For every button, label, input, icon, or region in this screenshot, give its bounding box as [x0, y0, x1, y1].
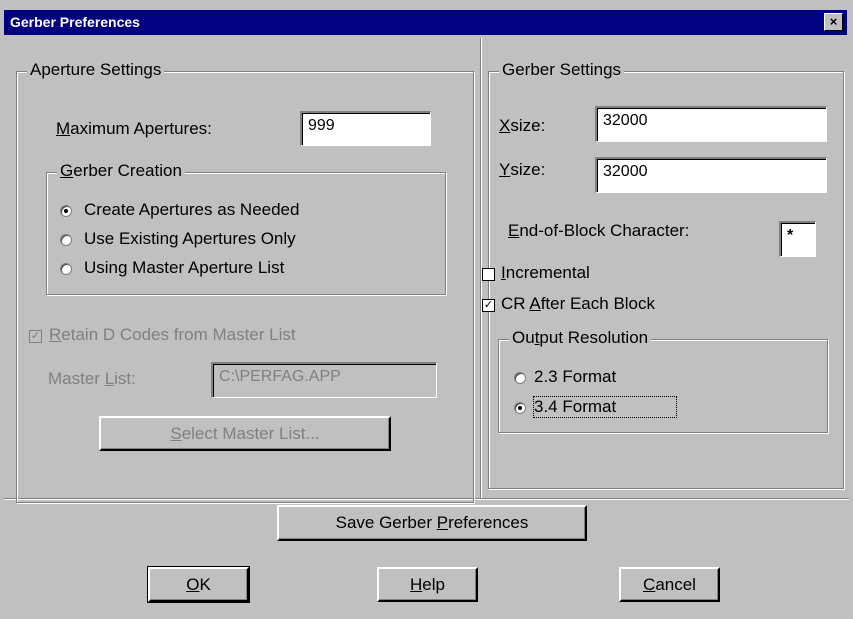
gerber-preferences-dialog: Gerber Preferences × Aperture Settings M… [0, 0, 853, 619]
retain-d-codes-label: Retain D Codes from Master List [49, 325, 296, 344]
aperture-settings-legend: Aperture Settings [27, 60, 165, 80]
cr-after-block-checkbox[interactable]: ✓ [482, 299, 495, 312]
max-apertures-label: Maximum Apertures: [56, 119, 212, 138]
cancel-button[interactable]: Cancel [619, 567, 720, 602]
master-list-option-label[interactable]: Using Master Aperture List [84, 258, 284, 278]
master-list-input[interactable]: C:\PERFAG.APP [211, 362, 437, 398]
use-existing-label[interactable]: Use Existing Apertures Only [84, 229, 296, 249]
radio-2-3-format[interactable] [514, 372, 526, 384]
check-icon: ✓ [30, 330, 41, 342]
create-apertures-label[interactable]: Create Apertures as Needed [84, 200, 299, 220]
xsize-input[interactable]: 32000 [595, 106, 827, 142]
radio-master-list[interactable] [60, 263, 72, 275]
radio-use-existing[interactable] [60, 234, 72, 246]
xsize-label: Xsize: [499, 116, 546, 135]
title-bar[interactable]: Gerber Preferences × [4, 10, 847, 35]
close-button[interactable]: × [824, 13, 843, 31]
master-list-label: Master List: [48, 369, 136, 388]
cr-after-block-label: CR After Each Block [501, 294, 656, 313]
gerber-creation-legend: Gerber Creation [57, 161, 185, 181]
save-preferences-button[interactable]: Save Gerber Preferences [277, 505, 587, 541]
gerber-settings-legend: Gerber Settings [499, 60, 625, 80]
output-resolution-legend: Output Resolution [509, 328, 652, 348]
max-apertures-input[interactable]: 999 [300, 111, 431, 146]
end-of-block-label: End-of-Block Character: [508, 221, 690, 240]
dialog-body: Aperture Settings Maximum Apertures: 999… [4, 38, 849, 616]
retain-d-codes-checkbox[interactable]: ✓ [29, 330, 42, 343]
help-button[interactable]: Help [377, 567, 478, 602]
check-icon: ✓ [483, 299, 494, 311]
ok-button[interactable]: OK [147, 566, 250, 603]
window-title: Gerber Preferences [10, 14, 140, 30]
ysize-input[interactable]: 32000 [595, 157, 827, 193]
incremental-checkbox[interactable] [482, 268, 495, 281]
close-icon: × [829, 14, 838, 29]
format-3-4-label[interactable]: 3.4 Format [532, 396, 678, 418]
end-of-block-input[interactable]: * [779, 221, 816, 257]
radio-3-4-format[interactable] [514, 402, 526, 414]
incremental-label: Incremental [501, 263, 590, 282]
ysize-label: Ysize: [499, 160, 546, 179]
select-master-list-button[interactable]: Select Master List... [99, 416, 391, 451]
format-2-3-label[interactable]: 2.3 Format [534, 367, 616, 387]
radio-create-apertures[interactable] [60, 205, 72, 217]
